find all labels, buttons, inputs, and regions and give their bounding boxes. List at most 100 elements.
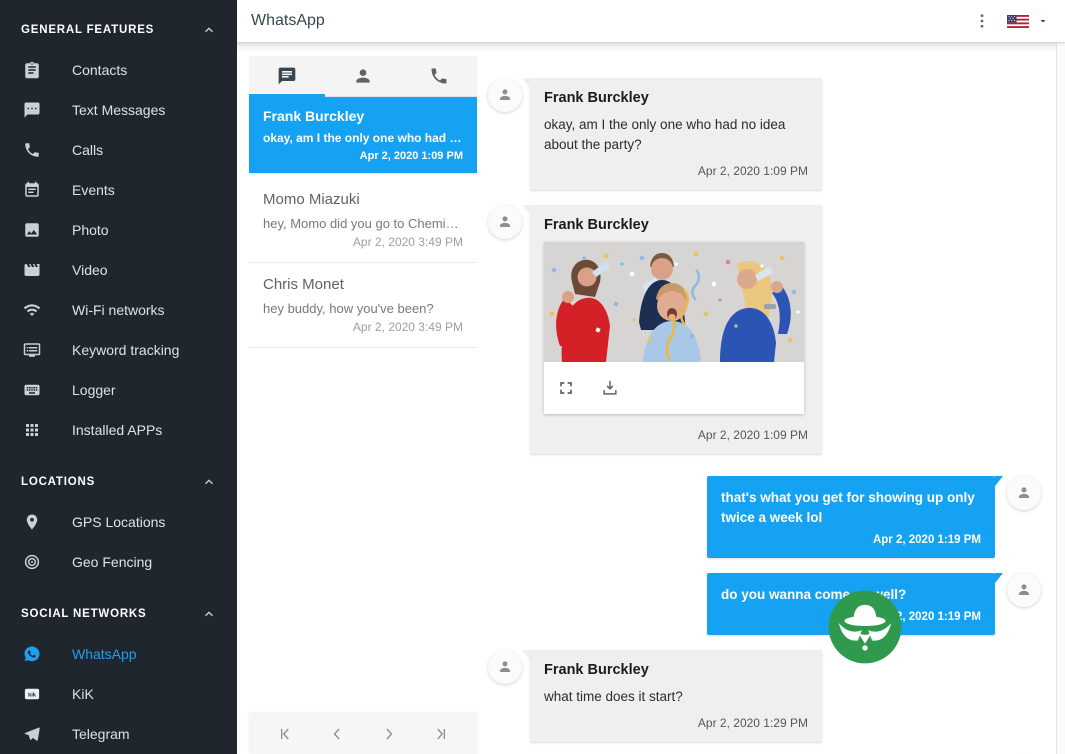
sidebar-item-calls[interactable]: Calls <box>0 130 237 170</box>
section-label: LOCATIONS <box>21 476 95 488</box>
photo-attachment-card <box>544 242 804 414</box>
whatsapp-content: Frank Burckley okay, am I the only one w… <box>237 43 1065 754</box>
chevron-up-icon[interactable] <box>201 474 217 490</box>
sidebar-item-label: Contacts <box>72 62 127 78</box>
svg-text:kik: kik <box>28 693 37 699</box>
conversation-time: Apr 2, 2020 1:09 PM <box>263 150 463 162</box>
first-page-icon[interactable] <box>275 724 295 744</box>
message-time: Apr 2, 2020 1:29 PM <box>544 716 808 730</box>
gps-pin-icon <box>22 512 42 532</box>
fullscreen-icon[interactable] <box>556 378 576 398</box>
conversation-name: Frank Burckley <box>263 108 463 124</box>
sidebar-item-label: Video <box>72 262 108 278</box>
sidebar-item-whatsapp[interactable]: WhatsApp <box>0 634 237 674</box>
tab-calls[interactable] <box>401 56 477 96</box>
avatar <box>488 78 522 112</box>
chevron-up-icon[interactable] <box>201 22 217 38</box>
sidebar-item-wifi-networks[interactable]: Wi-Fi networks <box>0 290 237 330</box>
download-icon[interactable] <box>600 378 620 398</box>
sidebar-item-label: WhatsApp <box>72 646 137 662</box>
telegram-icon <box>22 724 42 744</box>
sidebar-item-contacts[interactable]: Contacts <box>0 50 237 90</box>
message-incoming: Frank Burckley okay, am I the only one w… <box>488 78 1056 190</box>
conversation-tabs <box>249 56 477 97</box>
section-label: GENERAL FEATURES <box>21 24 154 36</box>
person-avatar-icon <box>1014 483 1034 503</box>
sidebar-item-keyword-tracking[interactable]: Keyword tracking <box>0 330 237 370</box>
conversation-item-frank-burckley[interactable]: Frank Burckley okay, am I the only one w… <box>249 97 477 173</box>
message-bubble: Frank Burckley what time does it start? … <box>530 650 822 741</box>
person-tab-icon <box>353 66 373 86</box>
whatsapp-icon <box>22 644 42 664</box>
next-page-icon[interactable] <box>379 724 399 744</box>
sidebar-item-kik[interactable]: kik KiK <box>0 674 237 714</box>
avatar <box>1007 573 1041 607</box>
sidebar-item-label: Logger <box>72 382 116 398</box>
last-page-icon[interactable] <box>431 724 451 744</box>
chat-tab-icon <box>277 66 297 86</box>
conversation-time: Apr 2, 2020 3:49 PM <box>263 235 463 249</box>
sidebar-item-label: Wi-Fi networks <box>72 302 165 318</box>
person-avatar-icon <box>1014 580 1034 600</box>
conversation-item-momo-miazuki[interactable]: Momo Miazuki hey, Momo did you go to Che… <box>249 178 477 263</box>
photo-actions <box>544 362 804 414</box>
kebab-menu-icon[interactable] <box>973 12 991 30</box>
geo-fencing-icon <box>22 552 42 572</box>
sidebar-item-video[interactable]: Video <box>0 250 237 290</box>
sidebar: GENERAL FEATURES Contacts Text Messages … <box>0 0 237 754</box>
sidebar-item-text-messages[interactable]: Text Messages <box>0 90 237 130</box>
video-icon <box>22 260 42 280</box>
message-outgoing: do you wanna come as well? Apr 2, 2020 1… <box>488 573 1056 635</box>
wifi-icon <box>22 300 42 320</box>
conversation-name: Momo Miazuki <box>263 191 463 208</box>
previous-page-icon[interactable] <box>327 724 347 744</box>
sidebar-item-telegram[interactable]: Telegram <box>0 714 237 754</box>
sidebar-item-label: Geo Fencing <box>72 554 152 570</box>
calls-icon <box>22 140 42 160</box>
photo-icon <box>22 220 42 240</box>
conversation-preview: hey, Momo did you go to Chemistry to… <box>263 216 463 231</box>
message-sender: Frank Burckley <box>544 90 808 106</box>
sidebar-item-gps-locations[interactable]: GPS Locations <box>0 502 237 542</box>
conversation-item-chris-monet[interactable]: Chris Monet hey buddy, how you've been? … <box>249 263 477 348</box>
language-picker[interactable] <box>1007 15 1049 28</box>
pagination-bar <box>249 714 477 754</box>
section-label: SOCIAL NETWORKS <box>21 608 147 620</box>
chat-scrollbar[interactable] <box>1056 43 1065 754</box>
avatar <box>1007 476 1041 510</box>
text-messages-icon <box>22 100 42 120</box>
message-text: that's what you get for showing up only … <box>721 488 981 529</box>
sidebar-item-photo[interactable]: Photo <box>0 210 237 250</box>
installed-apps-icon <box>22 420 42 440</box>
section-locations[interactable]: LOCATIONS <box>0 474 237 490</box>
chat-message-panel: Frank Burckley okay, am I the only one w… <box>485 43 1056 754</box>
person-avatar-icon <box>495 657 515 677</box>
section-social-networks[interactable]: SOCIAL NETWORKS <box>0 606 237 622</box>
message-bubble: that's what you get for showing up only … <box>707 476 995 559</box>
tab-chats[interactable] <box>249 56 325 96</box>
person-avatar-icon <box>495 212 515 232</box>
sidebar-item-label: Text Messages <box>72 102 165 118</box>
conversation-preview: okay, am I the only one who had no ide… <box>263 131 463 145</box>
main-area: WhatsApp Frank B <box>237 0 1065 754</box>
tab-contacts[interactable] <box>325 56 401 96</box>
section-general-features[interactable]: GENERAL FEATURES <box>0 22 237 38</box>
sidebar-item-label: KiK <box>72 686 94 702</box>
sidebar-item-label: Telegram <box>72 726 130 742</box>
sidebar-item-label: GPS Locations <box>72 514 165 530</box>
sidebar-item-logger[interactable]: Logger <box>0 370 237 410</box>
message-outgoing: that's what you get for showing up only … <box>488 476 1056 559</box>
message-bubble: Frank Burckley <box>530 205 822 454</box>
message-incoming-image: Frank Burckley <box>488 205 1056 454</box>
sidebar-item-events[interactable]: Events <box>0 170 237 210</box>
avatar <box>488 650 522 684</box>
sidebar-item-installed-apps[interactable]: Installed APPs <box>0 410 237 450</box>
app-window: GENERAL FEATURES Contacts Text Messages … <box>0 0 1065 754</box>
party-photo[interactable] <box>544 242 804 362</box>
sidebar-item-geo-fencing[interactable]: Geo Fencing <box>0 542 237 582</box>
message-sender: Frank Burckley <box>544 662 808 678</box>
avatar <box>488 205 522 239</box>
spy-logo <box>827 589 903 665</box>
message-time: Apr 2, 2020 1:09 PM <box>544 164 808 178</box>
chevron-up-icon[interactable] <box>201 606 217 622</box>
